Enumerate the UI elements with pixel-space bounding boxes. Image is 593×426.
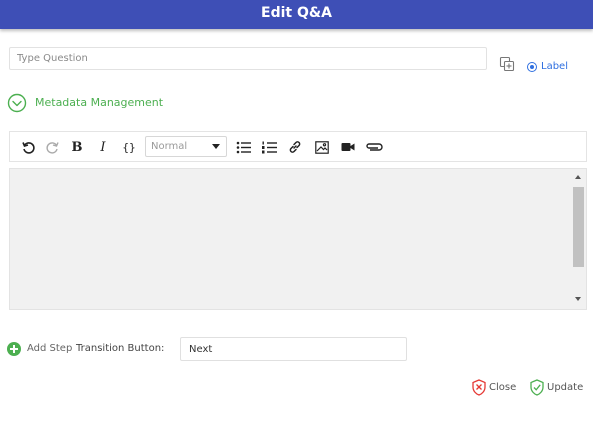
add-step-button[interactable]: Add Step: [27, 343, 72, 354]
undo-icon[interactable]: [20, 139, 36, 155]
rich-text-editor[interactable]: [9, 168, 587, 310]
label-radio-text[interactable]: Label: [541, 61, 568, 72]
transition-button-label: Transition Button:: [76, 343, 165, 354]
question-input[interactable]: [9, 47, 487, 70]
duplicate-icon[interactable]: [499, 56, 515, 72]
bold-icon[interactable]: B: [69, 139, 85, 155]
editor-scrollbar[interactable]: [573, 173, 584, 305]
transition-button-input[interactable]: [180, 337, 407, 361]
format-select-value: Normal: [151, 141, 188, 152]
close-button[interactable]: Close: [472, 378, 516, 396]
editor-toolbar: B I {} Normal: [9, 131, 587, 162]
scroll-up-icon[interactable]: [575, 175, 581, 179]
close-button-label: Close: [489, 381, 517, 393]
chevron-circle-down-icon[interactable]: [7, 93, 27, 113]
image-icon[interactable]: [314, 139, 330, 155]
dialog-title: Edit Q&A: [261, 5, 332, 21]
label-radio[interactable]: [527, 62, 537, 72]
scroll-down-icon[interactable]: [575, 297, 581, 301]
video-icon[interactable]: [340, 139, 356, 155]
metadata-management-label[interactable]: Metadata Management: [35, 96, 163, 109]
shield-x-icon: [472, 378, 486, 396]
update-button-label: Update: [547, 381, 584, 393]
dialog-header: Edit Q&A: [0, 0, 593, 29]
link-icon[interactable]: [287, 139, 303, 155]
shield-check-icon: [530, 378, 544, 396]
scrollbar-thumb[interactable]: [573, 187, 584, 267]
caret-down-icon: [212, 144, 220, 149]
format-select[interactable]: Normal: [145, 136, 227, 157]
bullet-list-icon[interactable]: [235, 139, 251, 155]
add-step-icon[interactable]: [7, 342, 21, 356]
ordered-list-icon[interactable]: [261, 139, 277, 155]
italic-icon[interactable]: I: [95, 139, 111, 155]
redo-icon[interactable]: [45, 139, 61, 155]
update-button[interactable]: Update: [530, 378, 583, 396]
attachment-icon[interactable]: [365, 139, 383, 155]
code-block-icon[interactable]: {}: [121, 139, 137, 155]
